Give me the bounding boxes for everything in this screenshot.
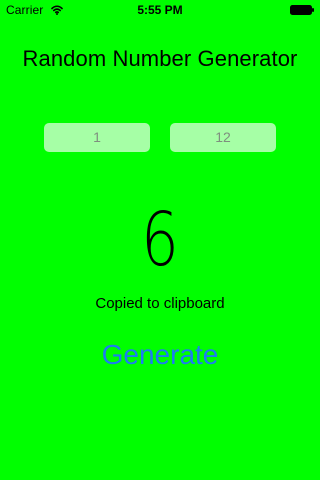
random-result: 6 (141, 197, 179, 283)
min-number-input[interactable] (44, 123, 150, 152)
status-bar: Carrier 5:55 PM (0, 0, 320, 20)
max-number-input[interactable] (170, 123, 276, 152)
battery-icon (290, 5, 314, 15)
generate-button[interactable]: Generate (0, 339, 320, 371)
page-title: Random Number Generator (22, 46, 298, 71)
copied-status-label: Copied to clipboard (95, 295, 225, 312)
status-time: 5:55 PM (137, 3, 183, 17)
